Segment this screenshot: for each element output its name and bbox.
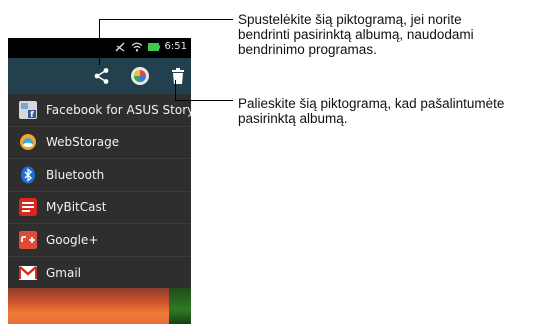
delete-callout-line-horizontal	[175, 100, 233, 101]
trash-icon[interactable]	[166, 64, 190, 88]
menu-item-label: Facebook for ASUS Story	[46, 102, 191, 117]
menu-item-label: Gmail	[46, 265, 82, 280]
photo-thumbnail	[8, 288, 191, 324]
menu-item-label: Bluetooth	[46, 167, 105, 182]
delete-callout-line-vertical	[175, 80, 176, 101]
google-plus-icon	[19, 230, 37, 249]
photo-editor-icon[interactable]	[128, 64, 152, 88]
gmail-icon	[19, 264, 37, 282]
share-icon[interactable]	[90, 64, 114, 88]
menu-item-label: WebStorage	[46, 135, 120, 150]
delete-callout-text: Palieskite šią piktogramą, kad pašalintu…	[238, 96, 504, 126]
menu-item-gmail[interactable]: Gmail	[8, 257, 191, 290]
menu-item-mybitcast[interactable]: MyBitCast	[8, 192, 191, 224]
no-signal-icon	[115, 42, 126, 52]
share-menu: f Facebook for ASUS Story WebStorage Blu…	[8, 94, 191, 289]
status-time: 6:51	[164, 41, 187, 52]
menu-item-bluetooth[interactable]: Bluetooth	[8, 159, 191, 192]
photo-thumbnail-green	[169, 288, 191, 324]
svg-text:f: f	[30, 110, 34, 119]
menu-item-webstorage[interactable]: WebStorage	[8, 127, 191, 159]
share-callout-line-horizontal	[99, 19, 233, 20]
wifi-icon	[131, 42, 143, 52]
share-callout-line-2: bendrinti pasirinktą albumą, naudodami	[238, 27, 474, 42]
share-callout-line-3: bendrinimo programas.	[238, 42, 377, 57]
battery-icon	[147, 42, 160, 51]
mybitcast-icon	[19, 198, 37, 217]
menu-item-label: Google+	[46, 232, 99, 247]
bluetooth-icon	[19, 166, 37, 184]
share-callout-line-vertical	[99, 19, 100, 65]
facebook-icon: f	[19, 100, 37, 119]
share-callout-line-1: Spustelėkite šią piktogramą, jei norite	[238, 12, 462, 27]
phone-screenshot: 6:51 f Facebook for ASUS Story WebStorag…	[8, 38, 191, 324]
share-callout-text: Spustelėkite šią piktogramą, jei norite …	[238, 12, 474, 57]
delete-callout-line-2: pasirinktą albumą.	[238, 111, 348, 126]
menu-item-label: MyBitCast	[46, 200, 107, 215]
menu-item-facebook[interactable]: f Facebook for ASUS Story	[8, 94, 191, 127]
webstorage-icon	[19, 133, 37, 151]
menu-item-google-plus[interactable]: Google+	[8, 224, 191, 257]
delete-callout-line-1: Palieskite šią piktogramą, kad pašalintu…	[238, 96, 505, 111]
